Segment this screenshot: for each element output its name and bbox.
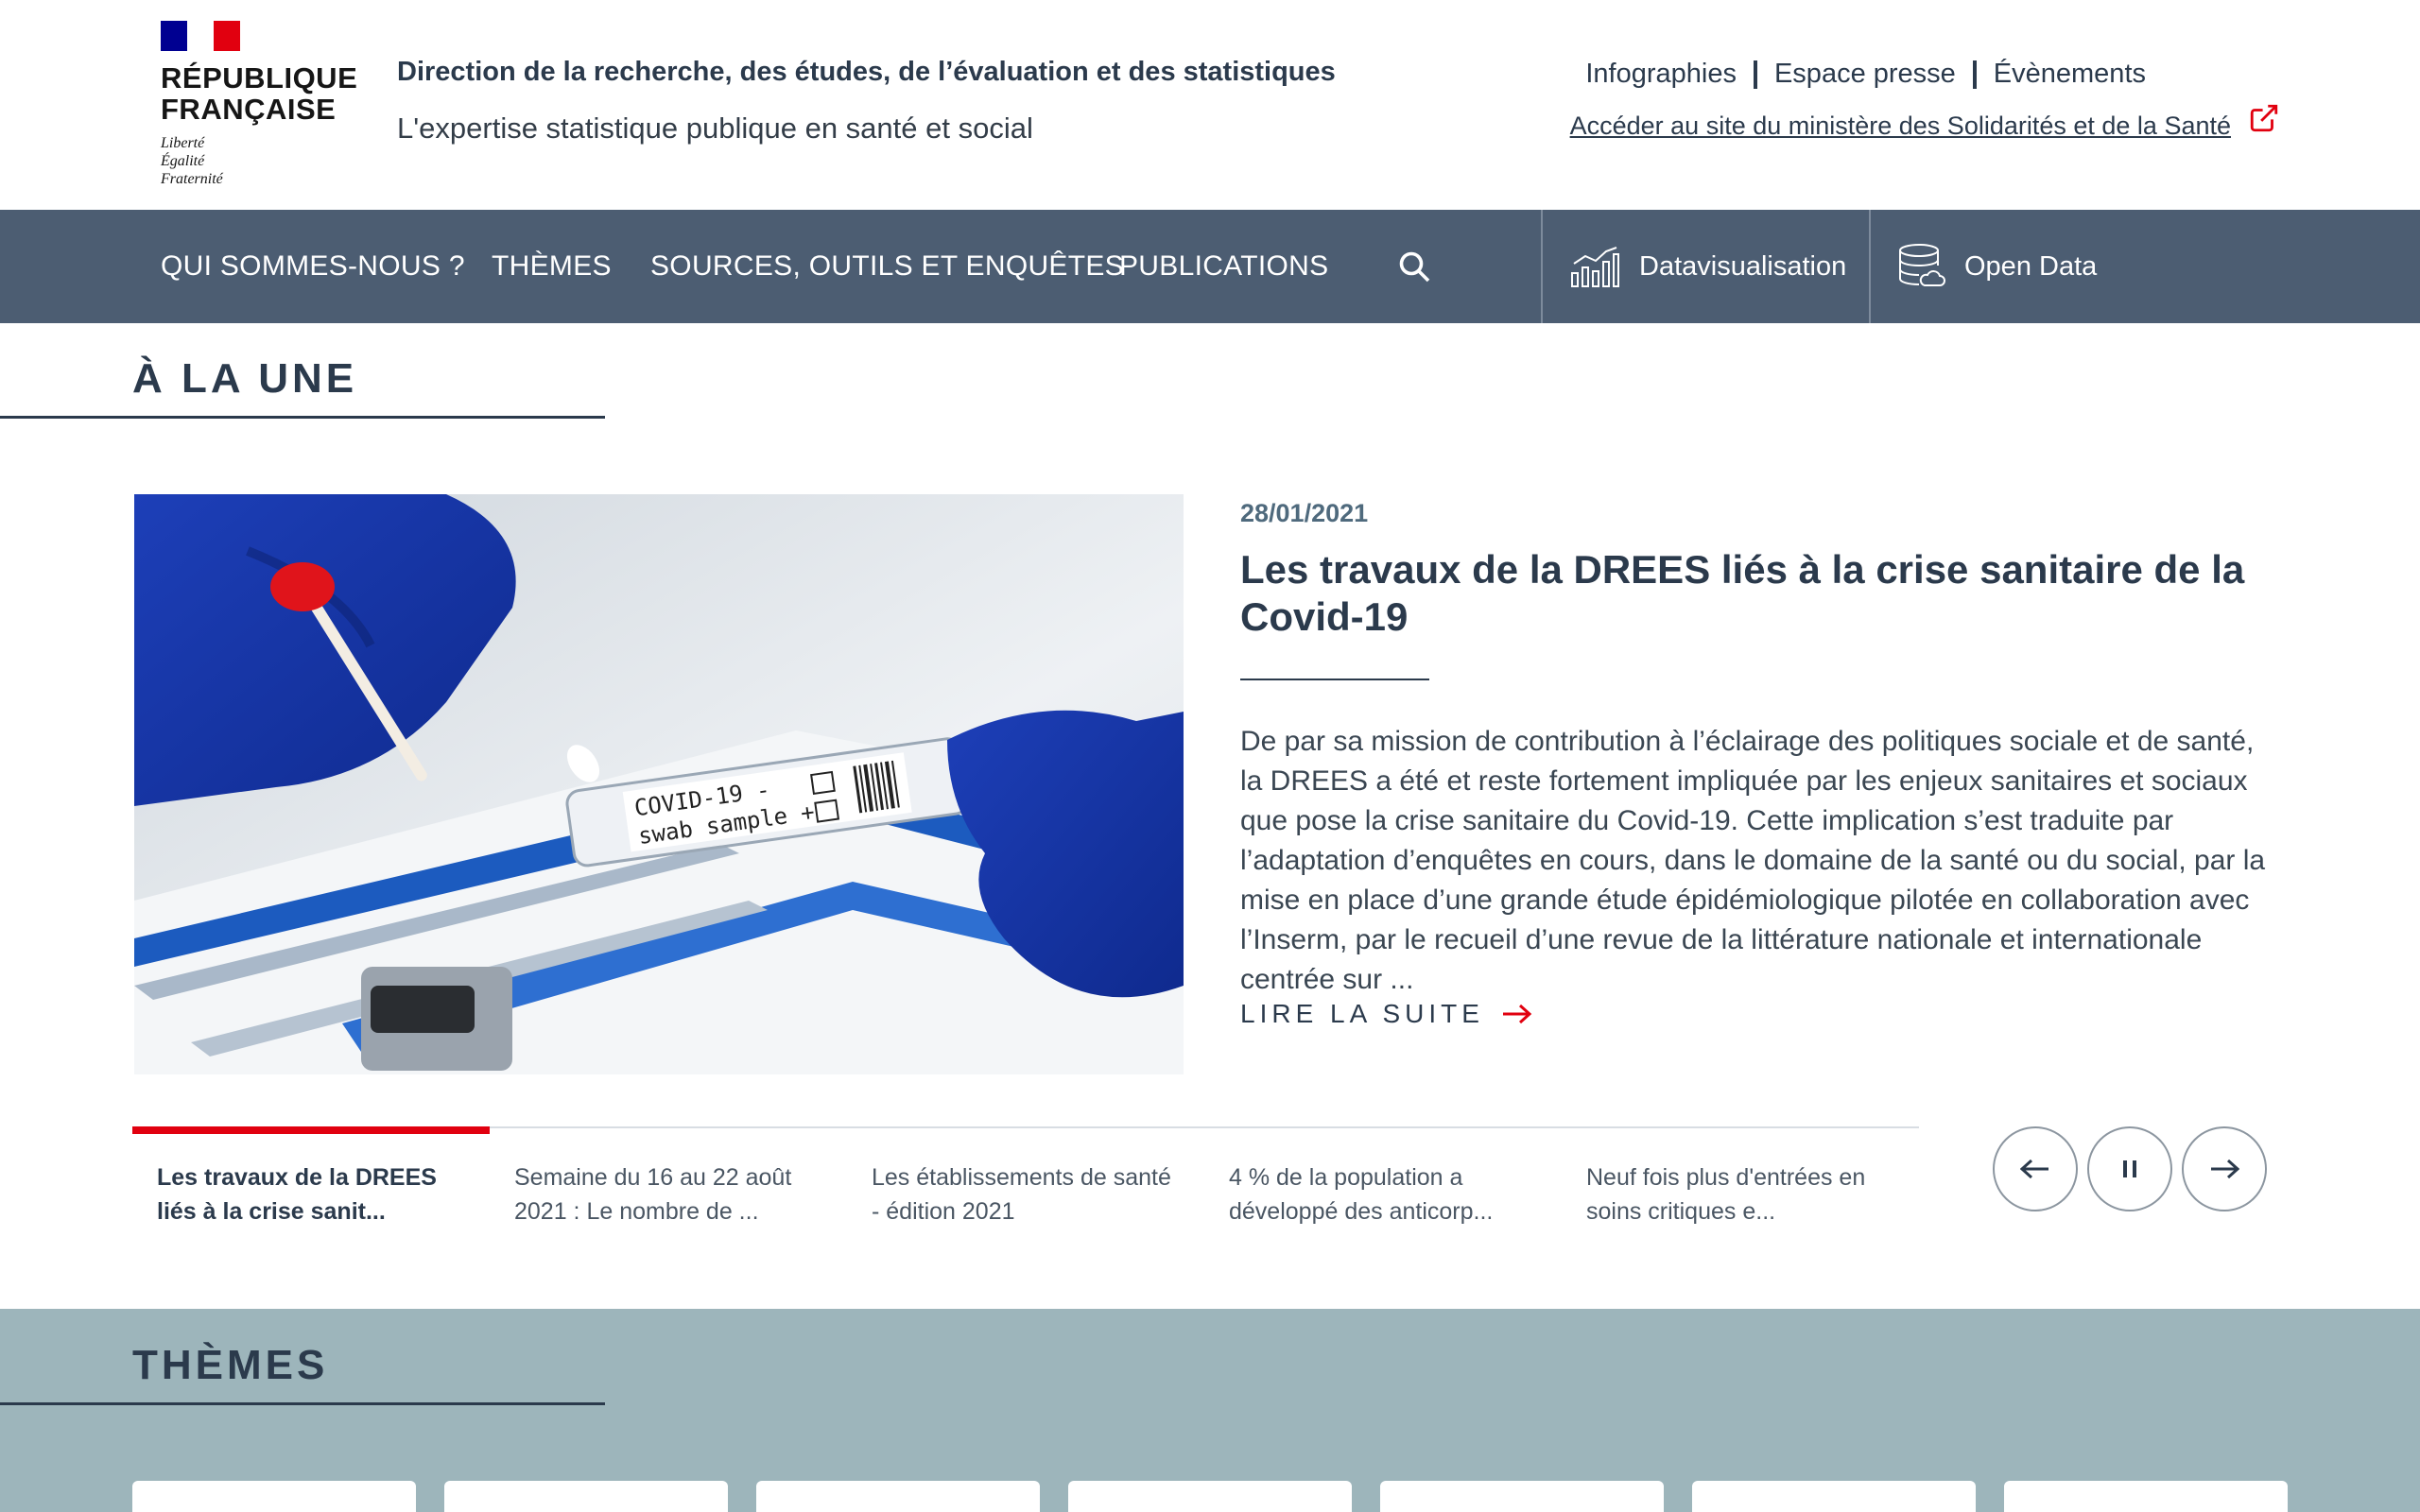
carousel-tab-2[interactable]: Semaine du 16 au 22 août 2021 : Le nombr… <box>490 1126 847 1240</box>
theme-card[interactable] <box>756 1481 1040 1512</box>
nav-publications[interactable]: PUBLICATIONS <box>1119 210 1328 323</box>
article-excerpt: De par sa mission de contribution à l’éc… <box>1240 726 2266 995</box>
logo-motto: Liberté Égalité Fraternité <box>161 135 223 187</box>
theme-card[interactable] <box>1380 1481 1664 1512</box>
carousel-tab-5[interactable]: Neuf fois plus d'entrées en soins critiq… <box>1562 1126 1919 1240</box>
section-rule <box>0 416 605 419</box>
ministry-link-container: Accéder au site du ministère des Solidar… <box>1570 104 2280 141</box>
carousel-tab-3[interactable]: Les établissements de santé - édition 20… <box>847 1126 1204 1240</box>
top-links: Infographies Espace presse Évènements <box>1585 59 2146 90</box>
main-nav: QUI SOMMES-NOUS ? THÈMES SOURCES, OUTILS… <box>0 210 2420 323</box>
read-more-link[interactable]: LIRE LA SUITE <box>1240 999 1533 1029</box>
carousel-next-button[interactable] <box>2182 1126 2267 1211</box>
arrow-left-icon <box>2020 1159 2048 1179</box>
nav-qui-sommes-nous[interactable]: QUI SOMMES-NOUS ? <box>161 210 465 323</box>
open-data-label: Open Data <box>1964 250 2098 282</box>
ministry-link[interactable]: Accéder au site du ministère des Solidar… <box>1570 112 2231 141</box>
arrow-right-icon <box>2211 1159 2239 1179</box>
nav-divider <box>1869 210 1871 323</box>
carousel-tab-4[interactable]: 4 % de la population a développé des ant… <box>1204 1126 1562 1240</box>
datavisualisation-icon <box>1571 247 1619 287</box>
theme-card[interactable] <box>1068 1481 1352 1512</box>
nav-divider <box>1541 210 1543 323</box>
carousel-tab-1[interactable]: Les travaux de la DREES liés à la crise … <box>132 1126 490 1240</box>
republique-francaise-logo[interactable]: RÉPUBLIQUE FRANÇAISE Liberté Égalité Fra… <box>161 21 358 188</box>
nav-themes[interactable]: THÈMES <box>492 210 612 323</box>
theme-card[interactable] <box>1692 1481 1976 1512</box>
nav-sources-outils-enquetes[interactable]: SOURCES, OUTILS ET ENQUÊTES <box>650 210 1124 323</box>
pause-icon <box>2123 1160 2136 1177</box>
headline-image[interactable]: COVID-19 - swab sample + <box>134 494 1184 1074</box>
section-title-themes: THÈMES <box>132 1342 329 1388</box>
article-date: 28/01/2021 <box>1240 499 1369 527</box>
open-data-icon <box>1899 244 1945 286</box>
article-title-rule <box>1240 679 1429 680</box>
link-infographies[interactable]: Infographies <box>1585 59 1737 90</box>
section-title-a-la-une: À LA UNE <box>132 355 358 402</box>
read-more-label: LIRE LA SUITE <box>1240 999 1484 1028</box>
nav-open-data[interactable]: Open Data <box>1896 210 2097 323</box>
theme-card[interactable] <box>444 1481 728 1512</box>
covid-swab-illustration: COVID-19 - swab sample + <box>134 494 1184 1074</box>
french-flag-icon <box>161 21 240 51</box>
site-subtitle: L'expertise statistique publique en sant… <box>397 112 1033 145</box>
logo-text: RÉPUBLIQUE FRANÇAISE <box>161 61 358 126</box>
carousel-prev-button[interactable] <box>1993 1126 2078 1211</box>
site-title[interactable]: Direction de la recherche, des études, d… <box>397 57 1336 88</box>
theme-card[interactable] <box>132 1481 416 1512</box>
carousel-pause-button[interactable] <box>2087 1126 2172 1211</box>
nav-datavisualisation[interactable]: Datavisualisation <box>1569 210 1846 323</box>
link-evenements[interactable]: Évènements <box>1994 59 2146 90</box>
divider <box>1972 60 1977 89</box>
arrow-right-icon <box>1502 1004 1532 1024</box>
external-link-icon[interactable] <box>2248 102 2280 134</box>
theme-card[interactable] <box>2004 1481 2288 1512</box>
divider <box>1753 60 1757 89</box>
site-header: RÉPUBLIQUE FRANÇAISE Liberté Égalité Fra… <box>0 0 2420 210</box>
datavisualisation-label: Datavisualisation <box>1639 250 1847 282</box>
search-icon[interactable] <box>1397 249 1431 284</box>
section-rule <box>0 1402 605 1405</box>
article-title[interactable]: Les travaux de la DREES liés à la crise … <box>1240 546 2290 641</box>
link-espace-presse[interactable]: Espace presse <box>1774 59 1956 90</box>
